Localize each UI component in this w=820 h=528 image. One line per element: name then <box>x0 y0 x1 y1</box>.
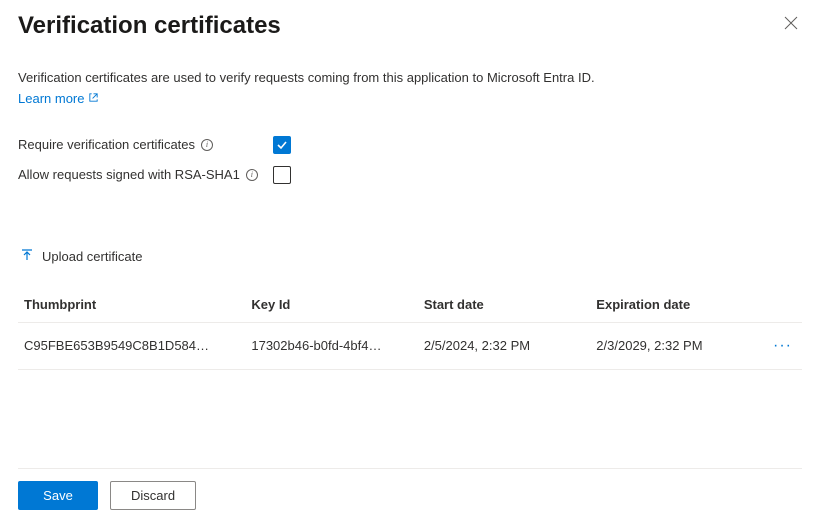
rsa-sha1-label: Allow requests signed with RSA-SHA1 <box>18 167 240 182</box>
cell-start: 2/5/2024, 2:32 PM <box>418 322 590 369</box>
upload-icon <box>20 248 34 265</box>
info-icon[interactable]: i <box>246 169 258 181</box>
col-start[interactable]: Start date <box>418 287 590 323</box>
upload-label: Upload certificate <box>42 249 142 264</box>
table-row[interactable]: C95FBE653B9549C8B1D584… 17302b46-b0fd-4b… <box>18 322 802 369</box>
col-thumbprint[interactable]: Thumbprint <box>18 287 245 323</box>
cell-thumbprint: C95FBE653B9549C8B1D584… <box>18 322 245 369</box>
require-cert-label: Require verification certificates <box>18 137 195 152</box>
learn-more-link[interactable]: Learn more <box>18 91 99 106</box>
save-button[interactable]: Save <box>18 481 98 510</box>
certificates-table: Thumbprint Key Id Start date Expiration … <box>18 287 802 370</box>
row-actions-button[interactable]: ··· <box>769 335 796 356</box>
discard-button[interactable]: Discard <box>110 481 196 510</box>
require-cert-row: Require verification certificates i <box>18 130 802 160</box>
page-title: Verification certificates <box>18 12 281 40</box>
rsa-sha1-row: Allow requests signed with RSA-SHA1 i <box>18 160 802 190</box>
require-cert-checkbox[interactable] <box>273 136 291 154</box>
cell-expiration: 2/3/2029, 2:32 PM <box>590 322 762 369</box>
info-icon[interactable]: i <box>201 139 213 151</box>
footer-bar: Save Discard <box>18 468 802 510</box>
learn-more-label: Learn more <box>18 91 84 106</box>
close-icon[interactable] <box>780 12 802 34</box>
description-text: Verification certificates are used to ve… <box>18 68 718 88</box>
cell-keyid: 17302b46-b0fd-4bf4… <box>245 322 417 369</box>
rsa-sha1-checkbox[interactable] <box>273 166 291 184</box>
col-expiration[interactable]: Expiration date <box>590 287 762 323</box>
col-keyid[interactable]: Key Id <box>245 287 417 323</box>
external-link-icon <box>88 91 99 106</box>
upload-certificate-button[interactable]: Upload certificate <box>20 248 142 265</box>
